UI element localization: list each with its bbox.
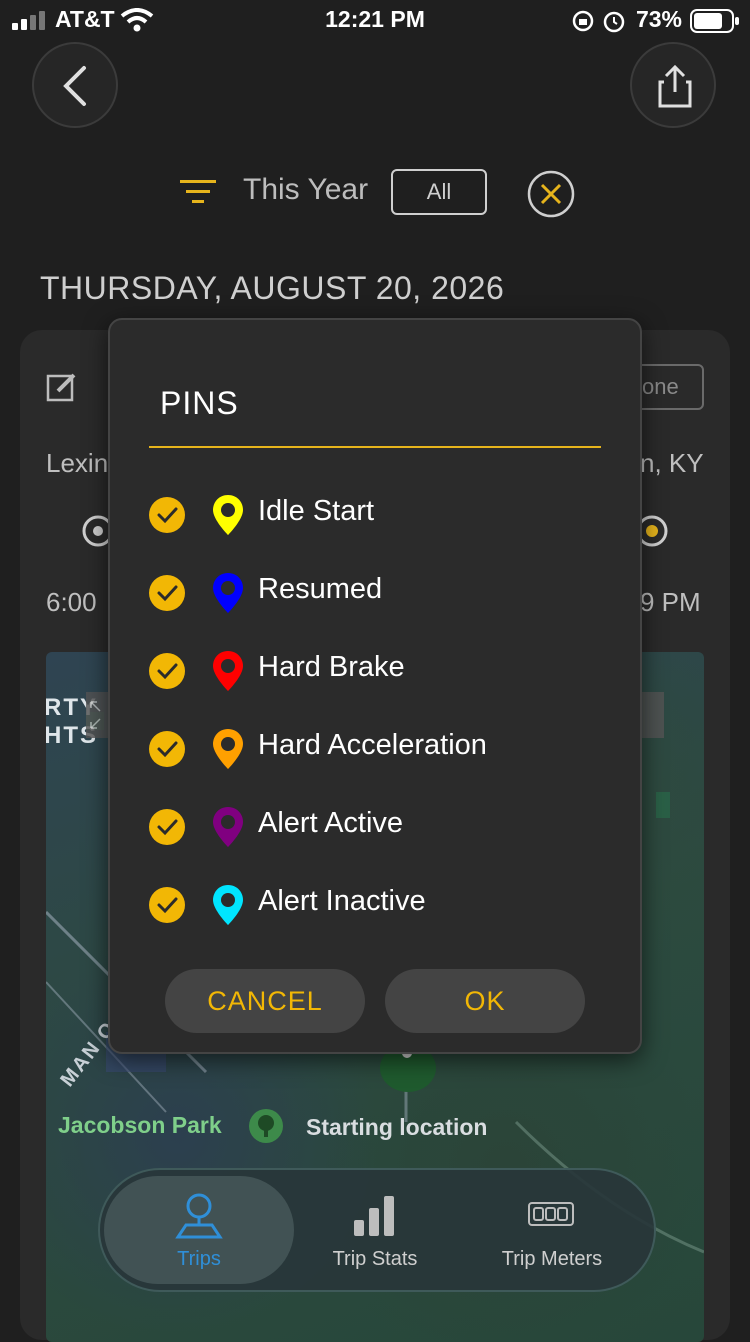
battery-percent: 73% bbox=[635, 6, 682, 32]
start-location-label: Starting location bbox=[306, 1114, 488, 1140]
pin-filter-row[interactable]: Hard Brake bbox=[149, 641, 609, 701]
filter-period[interactable]: This Year bbox=[243, 173, 368, 207]
battery-icon bbox=[690, 9, 739, 33]
nav-label-trips: Trips bbox=[177, 1248, 221, 1270]
start-time: 6:00 bbox=[46, 587, 97, 617]
odometer-icon bbox=[528, 1202, 574, 1226]
pin-filter-label: Alert Active bbox=[258, 807, 404, 839]
clear-filter-button[interactable] bbox=[526, 169, 576, 219]
nav-item-trip-meters[interactable]: Trip Meters bbox=[470, 1176, 634, 1284]
edit-icon[interactable] bbox=[46, 371, 78, 403]
end-marker-icon bbox=[638, 515, 668, 547]
ok-button[interactable]: OK bbox=[385, 969, 585, 1033]
park-label: Jacobson Park bbox=[58, 1112, 222, 1138]
pin-filter-label: Hard Brake bbox=[258, 651, 405, 683]
share-icon bbox=[658, 64, 692, 108]
filter-icon[interactable] bbox=[180, 178, 218, 206]
park-block bbox=[656, 792, 670, 818]
map-pin-icon bbox=[213, 885, 243, 925]
expand-icon bbox=[90, 701, 101, 729]
end-time: 9 PM bbox=[640, 587, 701, 617]
map-pin-icon bbox=[213, 573, 243, 613]
pin-filter-label: Hard Acceleration bbox=[258, 729, 487, 761]
checkbox-checked[interactable] bbox=[149, 497, 185, 533]
nav-item-trips[interactable]: Trips bbox=[104, 1176, 294, 1284]
park-tree-icon bbox=[249, 1109, 283, 1143]
status-bar: AT&T 12:21 PM 73% bbox=[0, 0, 750, 40]
checkmark-icon bbox=[157, 585, 178, 602]
map-pin-icon bbox=[213, 807, 243, 847]
pin-filter-row[interactable]: Hard Acceleration bbox=[149, 719, 609, 779]
dialog-title: PINS bbox=[160, 385, 239, 421]
nav-item-trip-stats[interactable]: Trip Stats bbox=[300, 1176, 450, 1284]
share-button[interactable] bbox=[630, 42, 716, 128]
nav-label-trip-stats: Trip Stats bbox=[332, 1248, 418, 1270]
checkbox-checked[interactable] bbox=[149, 887, 185, 923]
start-city: Lexin bbox=[46, 448, 109, 478]
pin-filter-label: Alert Inactive bbox=[258, 885, 426, 917]
date-heading: THURSDAY, AUGUST 20, 2026 bbox=[40, 270, 505, 306]
dialog-title-underline bbox=[149, 446, 601, 448]
cancel-button[interactable]: CANCEL bbox=[165, 969, 365, 1033]
pin-filter-label: Resumed bbox=[258, 573, 383, 605]
pin-filter-label: Idle Start bbox=[258, 495, 375, 527]
checkbox-checked[interactable] bbox=[149, 731, 185, 767]
map-pin-icon bbox=[213, 651, 243, 691]
checkmark-icon bbox=[157, 507, 178, 524]
filter-scope-pill[interactable]: All bbox=[391, 169, 487, 215]
pin-filter-row[interactable]: Idle Start bbox=[149, 485, 609, 545]
expand-map-button[interactable] bbox=[86, 692, 108, 738]
pin-filter-row[interactable]: Alert Active bbox=[149, 797, 609, 857]
orientation-lock-icon bbox=[572, 10, 594, 32]
nav-label-trip-meters: Trip Meters bbox=[501, 1248, 603, 1270]
map-pin-icon bbox=[213, 495, 243, 535]
checkmark-icon bbox=[157, 897, 178, 914]
checkmark-icon bbox=[157, 663, 178, 680]
checkmark-icon bbox=[157, 819, 178, 836]
pin-filter-row[interactable]: Resumed bbox=[149, 563, 609, 623]
checkbox-checked[interactable] bbox=[149, 575, 185, 611]
alarm-icon bbox=[603, 11, 625, 33]
bar-chart-icon bbox=[354, 1196, 394, 1236]
trips-pin-icon bbox=[175, 1193, 223, 1239]
chevron-left-icon bbox=[63, 66, 86, 106]
checkbox-checked[interactable] bbox=[149, 809, 185, 845]
end-city: n, KY bbox=[640, 448, 704, 478]
back-button[interactable] bbox=[32, 42, 118, 128]
checkmark-icon bbox=[157, 741, 178, 758]
map-pin-icon bbox=[213, 729, 243, 769]
checkbox-checked[interactable] bbox=[149, 653, 185, 689]
pin-filter-row[interactable]: Alert Inactive bbox=[149, 875, 609, 935]
